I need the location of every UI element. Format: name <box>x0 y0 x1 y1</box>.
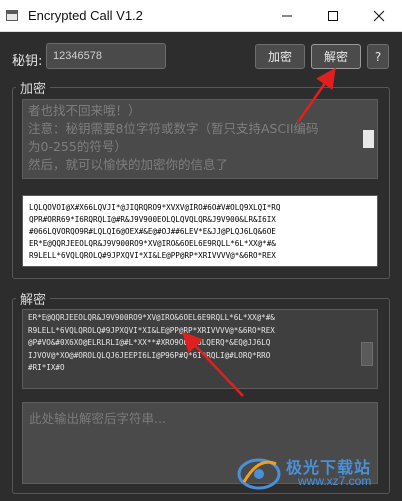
decrypt-cipher-line: IJVOV@*XO@#OROLQLQJ6JEEPI6LI@P96P#Q*6I*R… <box>28 350 271 360</box>
maximize-button[interactable] <box>310 0 356 31</box>
decrypt-cipher-line: ER*E@QQRJEEOLQR&J9V900RO9*XV@IRO&6OEL6E9… <box>28 313 275 322</box>
title-bar: Encrypted Call V1.2 <box>0 0 402 32</box>
window-title: Encrypted Call V1.2 <box>28 8 143 23</box>
decrypt-cipher-line: #RI*IX#O <box>28 363 65 372</box>
plaintext-line: 注意：秘钥需要8位字符或数字（暂只支持ASCII编码 <box>28 121 319 136</box>
encrypt-button[interactable]: 加密 <box>255 44 305 69</box>
decrypted-output-placeholder: 此处输出解密后字符串... <box>29 411 166 426</box>
key-input[interactable] <box>46 43 166 69</box>
ciphertext-line: QPR#ORR69*I6RQRQLI@#R&J9V900EOLQLQVQLQR&… <box>29 215 276 224</box>
close-icon <box>373 10 385 21</box>
plaintext-scrollbar[interactable] <box>363 130 374 148</box>
ciphertext-line: R9LELL*6VQLQROLQ#9JPXQVI*XI&LE@PP@RP*XRI… <box>29 251 276 260</box>
decrypt-button[interactable]: 解密 <box>311 44 361 69</box>
maximize-icon <box>328 10 338 21</box>
decrypt-group-title: 解密 <box>16 289 51 308</box>
plaintext-line: 然后，就可以愉快的加密你的信息了 <box>28 157 229 172</box>
minimize-button[interactable] <box>264 0 310 31</box>
close-button[interactable] <box>356 0 402 31</box>
ciphertext-line: LQLQOVOI@X#X66LQVJI*@JIQRQRO9*XVXV@IRO#6… <box>29 203 281 212</box>
decrypt-cipher-line: R9LELL*6VQLQROLQ#9JPXQVI*XI&LE@PP@RP*XRI… <box>28 325 275 335</box>
encrypt-group-title: 加密 <box>16 78 51 97</box>
watermark-url: www.xz7.com <box>298 474 372 488</box>
decrypt-cipher-line: @P#VO&#0X6XO@ELRLRLI@#L*XX**#XRO9O0EJ6LQ… <box>28 338 271 347</box>
decrypt-scrollbar[interactable] <box>361 342 373 366</box>
decrypt-ciphertext-input[interactable]: ER*E@QQRJEEOLQR&J9V900RO9*XV@IRO&6OEL6E9… <box>22 309 378 389</box>
ciphertext-line: ER*E@QQRJEEOLQR&J9V900RO9*XV@IRO&6OEL6E9… <box>29 239 276 248</box>
aurora-logo-icon <box>237 458 281 490</box>
app-window-icon <box>6 10 18 21</box>
app-window: Encrypted Call V1.2 秘钥: 加密 解密 ? 加密 者也找不回… <box>0 0 402 501</box>
ciphertext-line: #066LQVORQO9R#LQLQI6@OEX#&E@#OJ##6LEV*E&… <box>29 227 276 236</box>
key-label: 秘钥: <box>12 54 43 69</box>
minimize-icon <box>282 15 292 16</box>
plaintext-line: 为0-255的符号） <box>28 139 127 154</box>
ciphertext-output[interactable]: LQLQOVOI@X#X66LQVJI*@JIQRQRO9*XVXV@IRO#6… <box>22 195 378 267</box>
plaintext-line: 者也找不回来哦！） <box>28 103 141 118</box>
plaintext-input[interactable]: 者也找不回来哦！） 注意：秘钥需要8位字符或数字（暂只支持ASCII编码 为0-… <box>22 99 378 179</box>
watermark: 极光下载站 www.xz7.com <box>236 450 396 494</box>
help-button[interactable]: ? <box>367 44 389 69</box>
